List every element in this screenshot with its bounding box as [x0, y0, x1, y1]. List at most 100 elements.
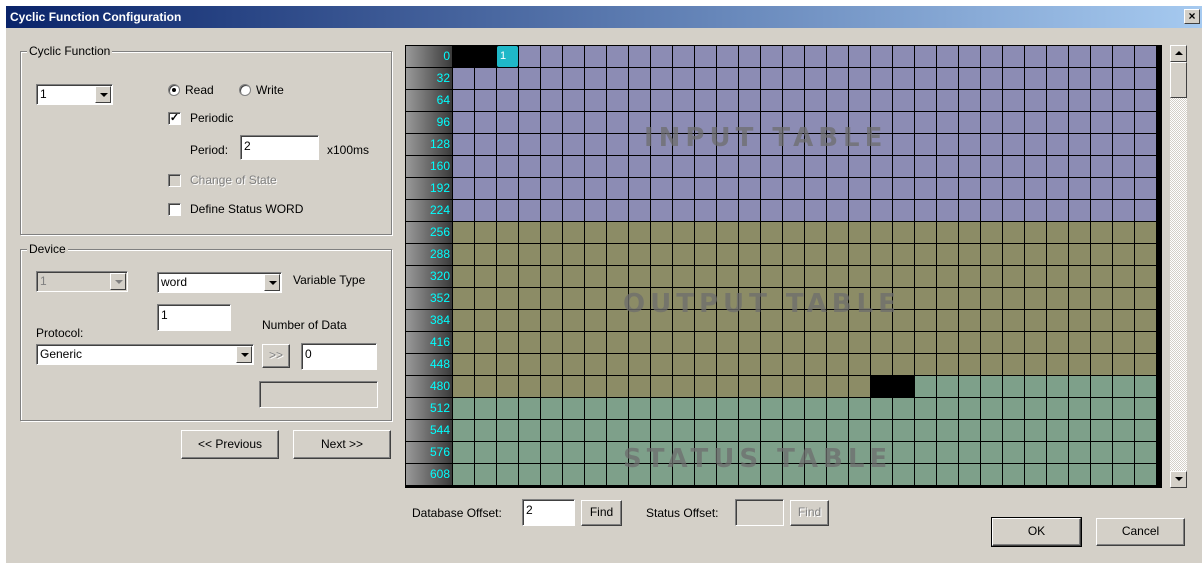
memory-cell[interactable] — [1025, 68, 1046, 89]
memory-cell[interactable] — [805, 90, 826, 111]
memory-cell[interactable] — [475, 442, 496, 463]
memory-cell[interactable] — [1113, 90, 1134, 111]
memory-cell[interactable] — [1003, 288, 1024, 309]
memory-cell[interactable] — [519, 244, 540, 265]
memory-cell[interactable] — [563, 464, 584, 485]
memory-cell[interactable] — [1047, 112, 1068, 133]
memory-cell[interactable] — [519, 90, 540, 111]
memory-cell[interactable] — [1113, 134, 1134, 155]
memory-cell[interactable] — [849, 376, 870, 397]
memory-cell[interactable] — [1069, 332, 1090, 353]
memory-cell[interactable] — [475, 244, 496, 265]
memory-cell[interactable] — [849, 90, 870, 111]
memory-cell[interactable] — [871, 68, 892, 89]
memory-cell[interactable] — [937, 90, 958, 111]
memory-cell[interactable] — [1025, 398, 1046, 419]
memory-cell[interactable] — [475, 178, 496, 199]
memory-cell[interactable] — [1135, 90, 1156, 111]
memory-cell[interactable] — [1069, 90, 1090, 111]
memory-cell[interactable] — [827, 46, 848, 67]
memory-cell[interactable] — [981, 112, 1002, 133]
memory-cell[interactable] — [497, 288, 518, 309]
memory-cell[interactable] — [959, 222, 980, 243]
memory-cell[interactable] — [739, 354, 760, 375]
memory-cell[interactable] — [475, 288, 496, 309]
memory-cell[interactable] — [871, 376, 892, 397]
memory-cell[interactable] — [827, 68, 848, 89]
memory-cell[interactable] — [1003, 112, 1024, 133]
memory-cell[interactable] — [673, 376, 694, 397]
memory-cell[interactable] — [1135, 310, 1156, 331]
memory-cell[interactable] — [607, 398, 628, 419]
memory-cell[interactable] — [1113, 68, 1134, 89]
memory-cell[interactable] — [1091, 68, 1112, 89]
memory-cell[interactable] — [1113, 354, 1134, 375]
memory-cell[interactable] — [585, 442, 606, 463]
memory-cell[interactable] — [761, 266, 782, 287]
memory-cell[interactable] — [453, 310, 474, 331]
memory-cell[interactable] — [915, 266, 936, 287]
memory-cell[interactable] — [519, 420, 540, 441]
memory-cell[interactable] — [607, 68, 628, 89]
memory-cell[interactable] — [805, 46, 826, 67]
grid-scrollbar[interactable] — [1170, 45, 1187, 488]
protocol-select[interactable]: Generic — [36, 344, 254, 365]
memory-cell[interactable] — [1135, 332, 1156, 353]
memory-cell[interactable] — [1091, 376, 1112, 397]
memory-cell[interactable] — [1069, 68, 1090, 89]
memory-cell[interactable] — [1047, 420, 1068, 441]
memory-cell[interactable] — [871, 156, 892, 177]
memory-cell[interactable] — [739, 90, 760, 111]
memory-map-grid[interactable]: 0 1 32 64 96 128 160 192 224 256 288 320 352 384 416 44… — [405, 45, 1162, 488]
close-button[interactable]: × — [1184, 9, 1200, 24]
memory-cell[interactable] — [717, 266, 738, 287]
memory-cell[interactable] — [563, 200, 584, 221]
memory-cell[interactable] — [1113, 156, 1134, 177]
memory-cell[interactable] — [849, 244, 870, 265]
memory-cell[interactable] — [1069, 266, 1090, 287]
memory-cell[interactable] — [981, 464, 1002, 485]
function-number-select[interactable]: 1 — [36, 84, 113, 105]
memory-cell[interactable] — [563, 46, 584, 67]
memory-cell[interactable] — [871, 90, 892, 111]
memory-cell[interactable] — [497, 420, 518, 441]
memory-cell[interactable] — [871, 354, 892, 375]
memory-cell[interactable] — [585, 332, 606, 353]
memory-cell[interactable] — [1113, 178, 1134, 199]
memory-cell[interactable] — [827, 332, 848, 353]
memory-cell[interactable] — [783, 354, 804, 375]
memory-cell[interactable] — [915, 464, 936, 485]
memory-cell[interactable] — [651, 266, 672, 287]
memory-cell[interactable] — [1135, 420, 1156, 441]
memory-cell[interactable] — [1113, 376, 1134, 397]
memory-cell[interactable] — [563, 156, 584, 177]
memory-cell[interactable] — [783, 398, 804, 419]
memory-cell[interactable] — [1135, 354, 1156, 375]
memory-cell[interactable] — [585, 222, 606, 243]
memory-cell[interactable] — [1003, 222, 1024, 243]
memory-cell[interactable] — [695, 46, 716, 67]
memory-cell[interactable] — [915, 398, 936, 419]
memory-cell[interactable] — [563, 266, 584, 287]
memory-cell[interactable] — [959, 112, 980, 133]
memory-cell[interactable] — [563, 90, 584, 111]
memory-cell[interactable] — [893, 134, 914, 155]
memory-cell[interactable] — [1091, 222, 1112, 243]
memory-cell[interactable] — [1091, 288, 1112, 309]
memory-cell[interactable] — [959, 68, 980, 89]
memory-cell[interactable] — [959, 420, 980, 441]
memory-cell[interactable] — [497, 156, 518, 177]
memory-cell[interactable] — [827, 90, 848, 111]
memory-cell[interactable] — [893, 200, 914, 221]
memory-cell[interactable] — [475, 200, 496, 221]
memory-cell[interactable] — [541, 68, 562, 89]
memory-cell[interactable] — [1025, 310, 1046, 331]
memory-cell[interactable] — [871, 266, 892, 287]
memory-cell[interactable] — [453, 222, 474, 243]
memory-cell[interactable] — [607, 420, 628, 441]
memory-cell[interactable] — [1003, 376, 1024, 397]
memory-cell[interactable] — [695, 68, 716, 89]
memory-cell[interactable] — [761, 244, 782, 265]
memory-cell[interactable] — [629, 332, 650, 353]
memory-cell[interactable] — [519, 332, 540, 353]
